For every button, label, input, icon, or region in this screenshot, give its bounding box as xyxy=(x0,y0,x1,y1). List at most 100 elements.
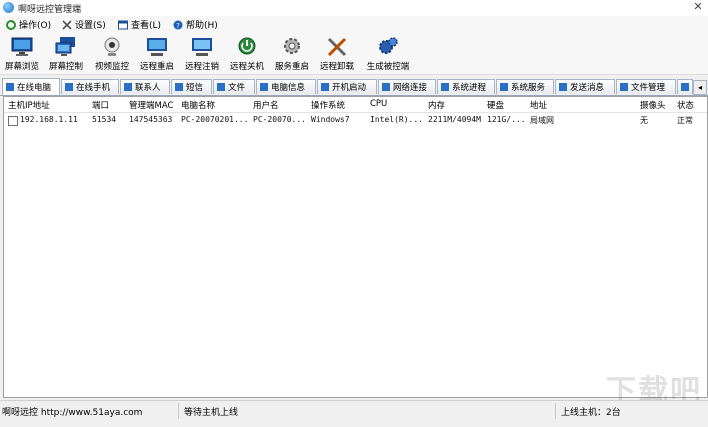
view-icon xyxy=(118,20,128,29)
remote-uninstall-label: 远程卸载 xyxy=(319,62,354,72)
tab-startup[interactable]: 开机启动 xyxy=(317,79,377,94)
cell-host-ip: 192.168.1.11 xyxy=(20,115,78,124)
remote-shutdown-label: 远程关机 xyxy=(229,62,264,72)
app-logo-icon xyxy=(3,2,14,13)
video-monitor-button[interactable]: 视频监控 xyxy=(90,36,134,72)
title-bar: 啊呀远控管理端 ✕ xyxy=(0,0,708,17)
col-disk[interactable]: 硬盘 xyxy=(487,99,504,111)
cell-os: Windows7 xyxy=(311,115,350,124)
tab-online-phone[interactable]: 在线手机 xyxy=(61,79,119,94)
col-pc-name[interactable]: 电脑名称 xyxy=(181,99,215,111)
tab-file-manager[interactable]: 文件管理 xyxy=(616,79,676,94)
computer-icon xyxy=(6,83,14,91)
screen-browse-label: 屏幕浏览 xyxy=(4,62,39,72)
cell-status: 正常 xyxy=(677,116,693,125)
contacts-icon xyxy=(124,83,132,91)
tab-services[interactable]: 系统服务 xyxy=(496,79,554,94)
menu-bar: 操作(O) 设置(S) 查看(L) ? 帮助(H) xyxy=(0,16,708,33)
restart-icon xyxy=(147,38,167,56)
menu-view[interactable]: 查看(L) xyxy=(118,17,161,32)
col-host-ip[interactable]: 主机IP地址 xyxy=(8,99,50,111)
remote-shutdown-button[interactable]: 远程关机 xyxy=(225,36,269,72)
network-icon xyxy=(382,83,390,91)
col-location[interactable]: 地址 xyxy=(530,99,547,111)
more-tabs-icon xyxy=(681,83,689,91)
tab-contacts[interactable]: 联系人 xyxy=(120,79,170,94)
cell-disk: 121G/... xyxy=(487,115,526,124)
remote-uninstall-button[interactable]: 远程卸载 xyxy=(315,36,359,72)
menu-settings[interactable]: 设置(S) xyxy=(62,17,106,32)
remote-restart-label: 远程重启 xyxy=(139,62,174,72)
status-site: 啊呀远控 http://www.51aya.com xyxy=(2,408,143,418)
menu-settings-label: 设置(S) xyxy=(75,21,106,31)
menu-operate[interactable]: 操作(O) xyxy=(6,17,51,32)
monitor-icon xyxy=(11,37,33,56)
close-button[interactable]: ✕ xyxy=(692,0,704,14)
tab-label: 在线手机 xyxy=(76,83,111,93)
col-memory[interactable]: 内存 xyxy=(428,99,445,111)
cell-mac: 147545363 xyxy=(129,115,173,124)
tab-pc-info[interactable]: 电脑信息 xyxy=(256,79,316,94)
tab-files[interactable]: 文件 xyxy=(213,79,255,94)
service-restart-button[interactable]: 服务重启 xyxy=(270,36,314,72)
tab-sms[interactable]: 短信 xyxy=(171,79,212,94)
cell-memory: 2211M/4094M xyxy=(428,115,481,124)
file-icon xyxy=(217,83,225,91)
tab-scroll-left-button[interactable]: ◂ xyxy=(693,80,707,95)
remote-logoff-button[interactable]: 远程注销 xyxy=(180,36,224,72)
tab-overflow[interactable] xyxy=(677,79,693,94)
tab-send-message[interactable]: 发送消息 xyxy=(555,79,615,94)
cell-cpu: Intel(R)... xyxy=(370,115,423,124)
tab-label: 发送消息 xyxy=(570,83,605,93)
help-icon: ? xyxy=(173,20,183,30)
menu-help-label: 帮助(H) xyxy=(186,21,218,31)
tab-processes[interactable]: 系统进程 xyxy=(437,79,495,94)
sms-icon xyxy=(175,83,183,91)
screen-control-button[interactable]: 屏幕控制 xyxy=(44,36,88,72)
logoff-icon xyxy=(192,38,212,56)
screen-control-icon xyxy=(55,37,75,56)
col-os[interactable]: 操作系统 xyxy=(311,99,345,111)
remote-restart-button[interactable]: 远程重启 xyxy=(135,36,179,72)
tab-label: 联系人 xyxy=(135,83,161,93)
gear-icon xyxy=(284,38,300,54)
webcam-icon xyxy=(104,37,120,56)
cell-location: 局域网 xyxy=(530,116,554,125)
table-row[interactable]: 192.168.1.11 51534 147545363 PC-20070201… xyxy=(4,113,707,128)
tab-label: 短信 xyxy=(186,83,204,93)
tab-label: 开机启动 xyxy=(332,83,367,93)
cell-port: 51534 xyxy=(92,115,117,124)
tab-label: 系统进程 xyxy=(452,83,487,93)
process-icon xyxy=(441,83,449,91)
col-status[interactable]: 状态 xyxy=(677,99,694,111)
tab-label: 网络连接 xyxy=(393,83,428,93)
online-pc-table[interactable]: 主机IP地址 端口 管理端MAC 电脑名称 用户名 操作系统 CPU 内存 硬盘… xyxy=(3,96,708,398)
svg-text:?: ? xyxy=(176,22,180,30)
tab-online-pc[interactable]: 在线电脑 xyxy=(2,78,60,95)
col-cpu[interactable]: CPU xyxy=(370,99,387,109)
window-title: 啊呀远控管理端 xyxy=(18,5,82,15)
status-divider xyxy=(178,403,179,419)
build-client-label: 生成被控端 xyxy=(366,62,410,72)
screen-browse-button[interactable]: 屏幕浏览 xyxy=(0,36,44,72)
video-monitor-label: 视频监控 xyxy=(94,62,129,72)
tab-network[interactable]: 网络连接 xyxy=(378,79,436,94)
menu-help[interactable]: ? 帮助(H) xyxy=(173,17,218,32)
tab-label: 文件 xyxy=(228,83,246,93)
tab-strip: 在线电脑 在线手机 联系人 短信 文件 电脑信息 开机启动 网络连接 系统进程 … xyxy=(0,78,708,96)
cell-username: PC-20070... xyxy=(253,115,306,124)
cell-pc-name: PC-20070201... xyxy=(181,115,249,124)
service-restart-label: 服务重启 xyxy=(274,62,309,72)
col-camera[interactable]: 摄像头 xyxy=(640,99,666,111)
pc-info-icon xyxy=(260,83,268,91)
row-checkbox[interactable] xyxy=(8,116,18,126)
screen-control-label: 屏幕控制 xyxy=(48,62,83,72)
file-manager-icon xyxy=(620,83,628,91)
remote-logoff-label: 远程注销 xyxy=(184,62,219,72)
tools-icon xyxy=(62,19,72,30)
col-port[interactable]: 端口 xyxy=(92,99,109,111)
col-mac[interactable]: 管理端MAC xyxy=(129,99,173,111)
build-client-button[interactable]: 生成被控端 xyxy=(362,36,414,72)
col-username[interactable]: 用户名 xyxy=(253,99,279,111)
phone-icon xyxy=(65,83,73,91)
